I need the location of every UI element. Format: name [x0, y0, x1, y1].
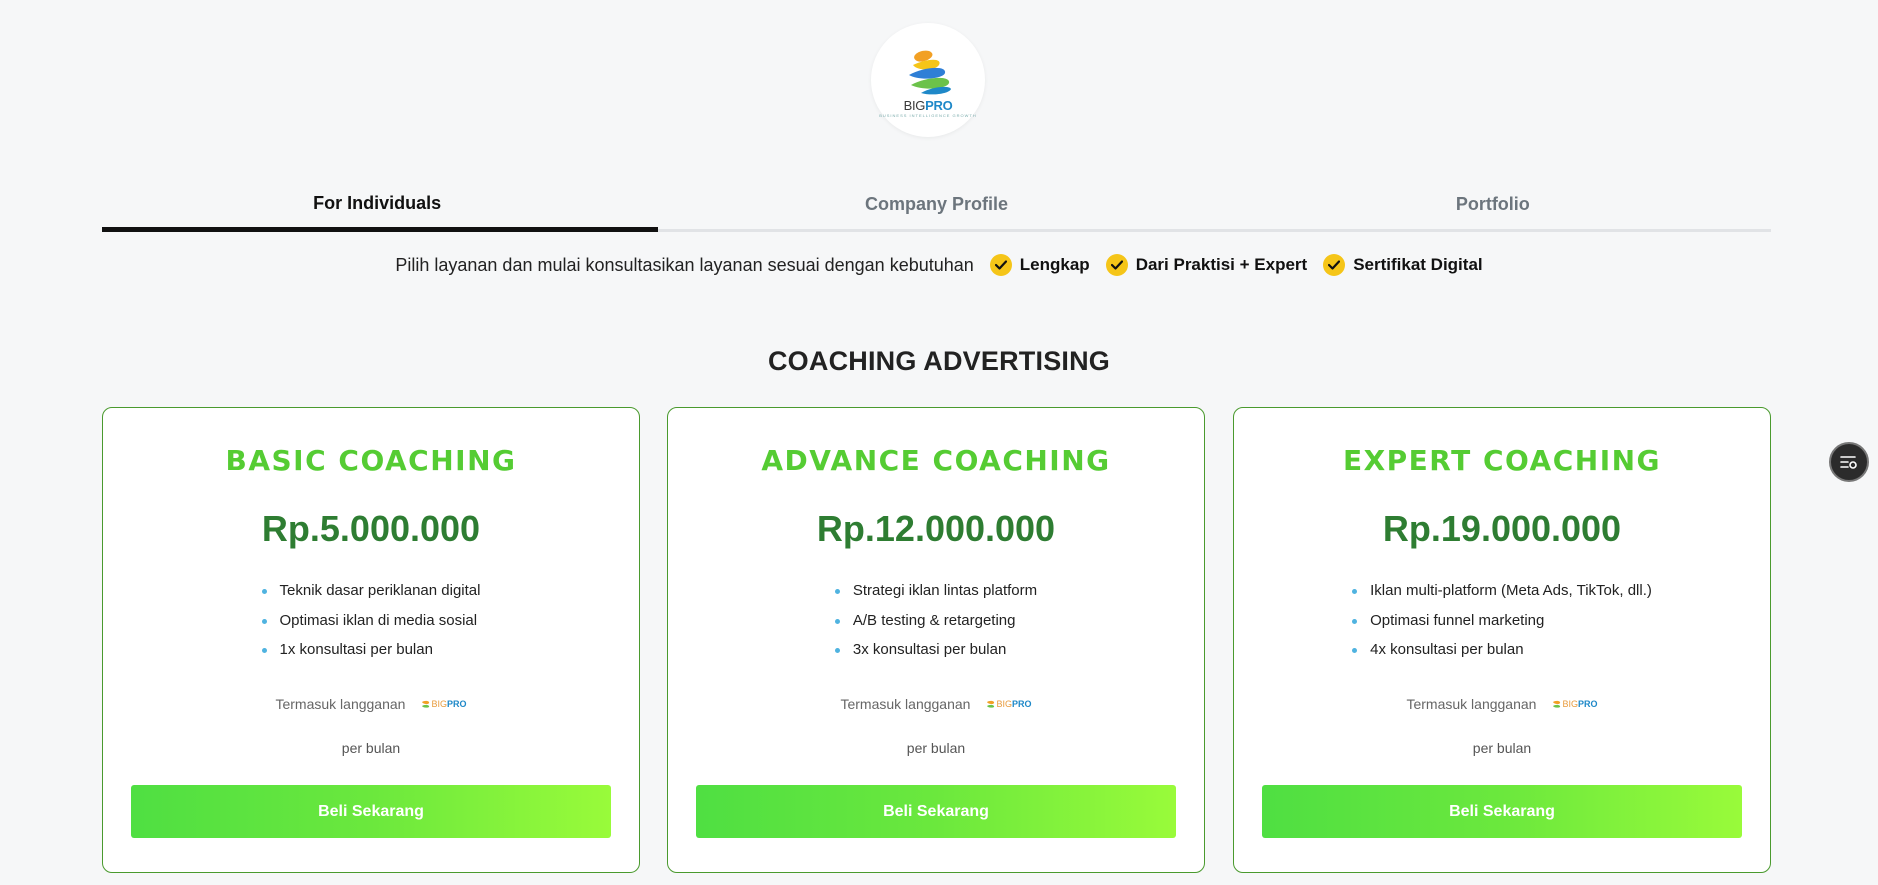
- feature-item: Teknik dasar periklanan digital: [261, 576, 480, 606]
- section-title: COACHING ADVERTISING: [767, 346, 1110, 376]
- plan-card-advance: ADVANCE COACHING Rp.12.000.000 Strategi …: [667, 407, 1205, 873]
- plan-card-basic: BASIC COACHING Rp.5.000.000 Teknik dasar…: [102, 407, 640, 873]
- check-icon: [1105, 254, 1128, 276]
- plan-price: Rp.5.000.000: [261, 508, 481, 549]
- check-icon: [989, 254, 1012, 276]
- plan-features: Iklan multi-platform (Meta Ads, TikTok, …: [1234, 576, 1770, 665]
- buy-button[interactable]: Beli Sekarang: [1262, 785, 1742, 838]
- page: BIGPRO BUSINESS INTELLIGENCE GROWTH For …: [0, 0, 1878, 885]
- plan-price: Rp.19.000.000: [1382, 508, 1622, 549]
- plan-period: per bulan: [906, 740, 966, 756]
- logo-tagline: BUSINESS INTELLIGENCE GROWTH: [879, 112, 977, 118]
- included-subscription: Termasuk langganan BIG PRO: [275, 696, 467, 712]
- plan-period: per bulan: [1472, 740, 1532, 756]
- tab-bar: For Individuals Company Profile Portfoli…: [102, 186, 1771, 232]
- buy-button[interactable]: Beli Sekarang: [696, 785, 1176, 838]
- feature-item: 4x konsultasi per bulan: [1352, 635, 1652, 665]
- feature-item: Optimasi funnel marketing: [1352, 606, 1652, 636]
- feature-item: Strategi iklan lintas platform: [834, 576, 1037, 606]
- plan-title: EXPERT COACHING: [1342, 444, 1662, 477]
- feature-item: Iklan multi-platform (Meta Ads, TikTok, …: [1352, 576, 1652, 606]
- feature-lengkap: Lengkap: [989, 254, 1090, 276]
- plan-title: ADVANCE COACHING: [761, 444, 1111, 477]
- list-settings-icon: [1840, 456, 1857, 469]
- plan-features: Strategi iklan lintas platform A/B testi…: [668, 576, 1204, 665]
- mini-brand-logo: BIG PRO: [1552, 699, 1598, 709]
- info-line: Pilih layanan dan mulai konsultasikan la…: [0, 254, 1878, 276]
- floating-menu-button[interactable]: [1829, 442, 1869, 482]
- feature-item: Optimasi iklan di media sosial: [261, 606, 481, 636]
- brand-logo[interactable]: BIGPRO BUSINESS INTELLIGENCE GROWTH: [871, 23, 985, 137]
- plan-price: Rp.12.000.000: [816, 508, 1056, 549]
- feature-sertifikat-digital: Sertifikat Digital: [1323, 254, 1483, 276]
- info-lead-text: Pilih layanan dan mulai konsultasikan la…: [395, 254, 974, 275]
- feature-item: 3x konsultasi per bulan: [834, 635, 1037, 665]
- tab-for-individuals[interactable]: For Individuals: [102, 186, 659, 232]
- included-subscription: Termasuk langganan BIG PRO: [840, 696, 1032, 712]
- logo-swirl-icon: [909, 50, 951, 94]
- mini-brand-logo: BIG PRO: [986, 699, 1032, 709]
- plan-title: BASIC COACHING: [225, 444, 517, 477]
- plan-period: per bulan: [341, 740, 401, 756]
- feature-item: A/B testing & retargeting: [834, 606, 1037, 636]
- logo-wordmark: BIGPRO: [903, 97, 953, 113]
- mini-brand-logo: BIG PRO: [421, 699, 467, 709]
- check-icon: [1323, 254, 1346, 276]
- included-subscription: Termasuk langganan BIG PRO: [1406, 696, 1598, 712]
- plan-card-expert: EXPERT COACHING Rp.19.000.000 Iklan mult…: [1233, 407, 1771, 873]
- buy-button[interactable]: Beli Sekarang: [131, 785, 611, 838]
- tab-company-profile[interactable]: Company Profile: [658, 186, 1214, 229]
- feature-praktisi-expert: Dari Praktisi + Expert: [1105, 254, 1307, 276]
- tab-portfolio[interactable]: Portfolio: [1215, 186, 1771, 229]
- feature-item: 1x konsultasi per bulan: [261, 635, 481, 665]
- plan-features: Teknik dasar periklanan digital Optimasi…: [103, 576, 639, 665]
